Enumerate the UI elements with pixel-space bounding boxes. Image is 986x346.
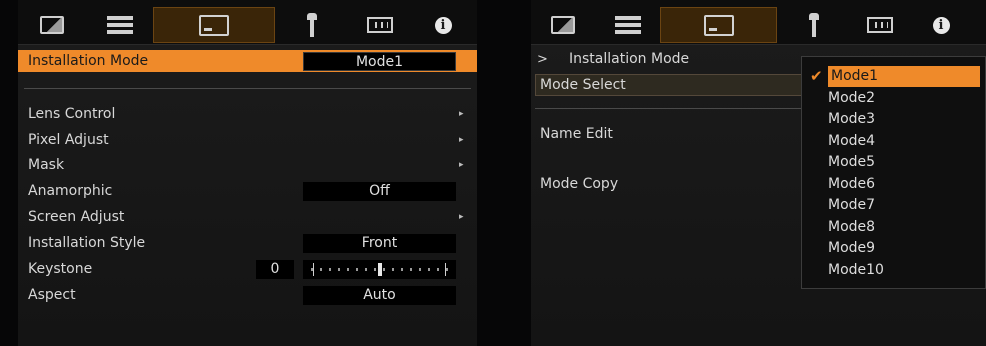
tab-settings[interactable] [606, 7, 650, 43]
aspect-value[interactable]: Auto [303, 286, 456, 305]
menu-item-installation-style[interactable]: Installation Style Front [18, 232, 477, 254]
tab-info[interactable]: i [921, 7, 961, 43]
installation-menu-panel: i Installation Mode Mode1 Lens Control ▸… [18, 0, 477, 346]
installation-style-value[interactable]: Front [303, 234, 456, 253]
checkmark-icon: ✔ [810, 67, 823, 85]
keystone-number: 0 [256, 260, 294, 279]
wrench-icon [307, 13, 317, 37]
menu-item-label: Screen Adjust [28, 209, 125, 225]
tab-bar: i [18, 0, 477, 45]
breadcrumb-label: Installation Mode [569, 51, 690, 67]
screen-icon [199, 14, 229, 36]
mode-copy-label: Mode Copy [540, 176, 619, 192]
picture-icon [40, 16, 64, 34]
menu-item-anamorphic[interactable]: Anamorphic Off [18, 180, 477, 202]
tab-picture[interactable] [30, 7, 74, 43]
slider-knob[interactable] [377, 263, 382, 276]
tab-setup[interactable] [799, 7, 829, 43]
chevron-right-icon: ▸ [459, 135, 464, 145]
menu-item-label: Mask [28, 157, 65, 173]
menu-item-label: Pixel Adjust [28, 132, 109, 148]
list-settings-icon [107, 16, 133, 34]
tab-network[interactable] [358, 7, 402, 43]
tab-settings[interactable] [98, 7, 142, 43]
mode-select-label: Mode Select [540, 77, 626, 93]
tab-network[interactable] [858, 7, 902, 43]
info-icon: i [434, 16, 452, 34]
dropdown-option-mode3[interactable]: Mode3 [828, 109, 875, 130]
menu-item-label: Installation Style [28, 235, 146, 251]
menu-item-label: Anamorphic [28, 183, 113, 199]
dropdown-option-mode5[interactable]: Mode5 [828, 152, 875, 173]
dropdown-option-mode4[interactable]: Mode4 [828, 131, 875, 152]
divider [24, 88, 471, 89]
tab-installation[interactable] [153, 7, 275, 43]
menu-item-label: Aspect [28, 287, 76, 303]
divider [535, 108, 803, 109]
mode-dropdown: ✔ Mode1 Mode2 Mode3 Mode4 Mode5 Mode6 Mo… [801, 56, 986, 289]
dropdown-option-mode7[interactable]: Mode7 [828, 195, 875, 216]
menu-item-mask[interactable]: Mask ▸ [18, 154, 477, 176]
mode-select-row[interactable]: Mode Select [535, 74, 803, 96]
picture-icon [551, 16, 575, 34]
name-edit-label: Name Edit [540, 126, 613, 142]
tab-bar: i [531, 0, 986, 45]
tab-info[interactable]: i [423, 7, 463, 43]
keystone-slider[interactable] [303, 260, 456, 279]
dropdown-option-mode10[interactable]: Mode10 [828, 260, 884, 281]
menu-item-keystone[interactable]: Keystone 0 [18, 258, 477, 280]
dropdown-option-mode2[interactable]: Mode2 [828, 88, 875, 109]
dropdown-option-mode6[interactable]: Mode6 [828, 174, 875, 195]
list-settings-icon [615, 16, 641, 34]
menu-item-screen-adjust[interactable]: Screen Adjust ▸ [18, 206, 477, 228]
dropdown-option-mode8[interactable]: Mode8 [828, 217, 875, 238]
menu-item-label: Lens Control [28, 106, 116, 122]
tab-setup[interactable] [297, 7, 327, 43]
installation-mode-label: Installation Mode [28, 53, 149, 69]
dropdown-option-mode1[interactable]: Mode1 [828, 66, 980, 87]
screen-icon [703, 14, 734, 36]
tab-picture[interactable] [541, 7, 585, 43]
menu-item-label: Keystone [28, 261, 93, 277]
installation-mode-value[interactable]: Mode1 [303, 52, 456, 71]
menu-item-aspect[interactable]: Aspect Auto [18, 284, 477, 306]
grid-icon [367, 17, 393, 33]
chevron-right-icon: ▸ [459, 109, 464, 119]
mode-copy-row[interactable]: Mode Copy [531, 173, 801, 195]
name-edit-row[interactable]: Name Edit [531, 123, 801, 145]
dropdown-option-mode9[interactable]: Mode9 [828, 238, 875, 259]
anamorphic-value[interactable]: Off [303, 182, 456, 201]
menu-item-pixel-adjust[interactable]: Pixel Adjust ▸ [18, 129, 477, 151]
tab-installation[interactable] [660, 7, 777, 43]
installation-mode-submenu-panel: i > Installation Mode Mode Select Name E… [531, 0, 986, 346]
menu-item-lens-control[interactable]: Lens Control ▸ [18, 103, 477, 125]
installation-mode-row[interactable]: Installation Mode Mode1 [18, 50, 477, 72]
chevron-right-icon: ▸ [459, 160, 464, 170]
info-icon: i [932, 16, 950, 34]
chevron-right-icon: ▸ [459, 212, 464, 222]
wrench-icon [809, 13, 819, 37]
grid-icon [867, 17, 893, 33]
breadcrumb-arrow: > [537, 52, 548, 67]
